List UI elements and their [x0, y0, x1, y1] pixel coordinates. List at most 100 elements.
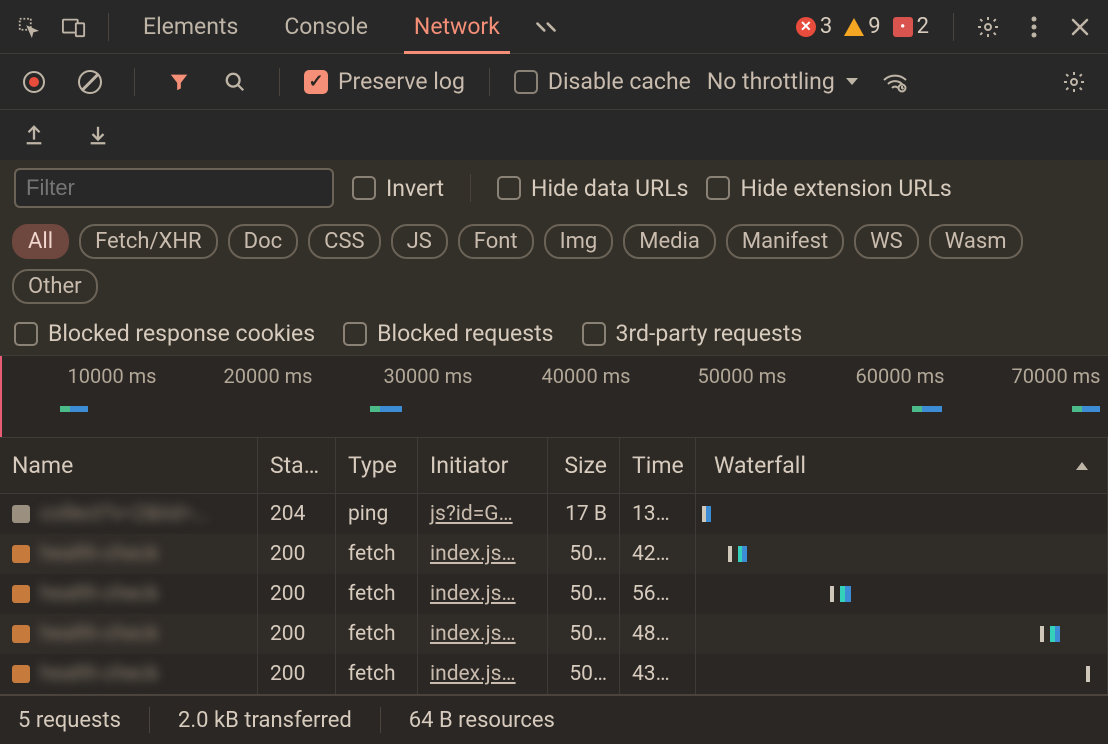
resource-icon: [12, 625, 30, 643]
type-js[interactable]: JS: [391, 224, 448, 259]
request-type: fetch: [336, 534, 418, 574]
type-fetch-xhr[interactable]: Fetch/XHR: [79, 224, 218, 259]
request-initiator[interactable]: index.js…: [430, 582, 516, 606]
timeline-bar: [912, 406, 922, 412]
waterfall-cell: [696, 614, 1108, 654]
table-row[interactable]: health-check 200 fetch index.js… 50… 48…: [0, 614, 1108, 654]
type-css[interactable]: CSS: [308, 224, 380, 259]
block-filter-bar: Blocked response cookies Blocked request…: [0, 312, 1108, 356]
timeline-tick: 20000 ms: [223, 364, 312, 388]
checkbox-icon: [14, 322, 38, 346]
col-status[interactable]: Sta…: [258, 438, 336, 493]
type-ws[interactable]: WS: [854, 224, 919, 259]
network-conditions-icon[interactable]: [875, 62, 915, 102]
settings-icon[interactable]: [968, 7, 1008, 47]
error-count[interactable]: ✕ 3: [796, 14, 832, 39]
timeline-tick: 50000 ms: [697, 364, 786, 388]
type-wasm[interactable]: Wasm: [929, 224, 1023, 259]
hide-extension-urls-toggle[interactable]: Hide extension URLs: [706, 175, 951, 202]
footer-requests: 5 requests: [18, 708, 121, 733]
preserve-log-toggle[interactable]: Preserve log: [304, 68, 465, 95]
footer-transferred: 2.0 kB transferred: [178, 708, 352, 733]
disable-cache-toggle[interactable]: Disable cache: [514, 68, 691, 95]
kebab-menu-icon[interactable]: [1014, 7, 1054, 47]
blocked-cookies-toggle[interactable]: Blocked response cookies: [14, 320, 315, 347]
col-waterfall-label: Waterfall: [714, 452, 806, 479]
third-party-toggle[interactable]: 3rd-party requests: [582, 320, 803, 347]
har-toolbar: [0, 110, 1108, 160]
col-time[interactable]: Time: [620, 438, 696, 493]
request-initiator[interactable]: js?id=G…: [430, 502, 513, 526]
request-status: 200: [258, 534, 336, 574]
type-all[interactable]: All: [12, 224, 69, 259]
network-settings-icon[interactable]: [1054, 62, 1094, 102]
checkbox-icon: [514, 70, 538, 94]
type-manifest[interactable]: Manifest: [726, 224, 844, 259]
inspect-element-icon[interactable]: [8, 7, 48, 47]
type-img[interactable]: Img: [544, 224, 614, 259]
request-size: 50…: [548, 654, 620, 694]
request-initiator[interactable]: index.js…: [430, 662, 516, 686]
tab-elements[interactable]: Elements: [123, 0, 258, 54]
invert-toggle[interactable]: Invert: [352, 175, 444, 202]
device-toolbar-icon[interactable]: [54, 7, 94, 47]
col-size[interactable]: Size: [548, 438, 620, 493]
request-time: 56…: [620, 574, 696, 614]
col-type[interactable]: Type: [336, 438, 418, 493]
divider: [134, 68, 135, 96]
resource-icon: [12, 585, 30, 603]
request-initiator[interactable]: index.js…: [430, 622, 516, 646]
close-icon[interactable]: [1060, 7, 1100, 47]
request-status: 204: [258, 494, 336, 534]
col-initiator[interactable]: Initiator: [418, 438, 548, 493]
type-media[interactable]: Media: [623, 224, 716, 259]
col-waterfall[interactable]: Waterfall: [696, 438, 1108, 493]
hide-data-urls-toggle[interactable]: Hide data URLs: [497, 175, 688, 202]
type-font[interactable]: Font: [458, 224, 534, 259]
waterfall-cell: [696, 534, 1108, 574]
timeline-bar: [60, 406, 70, 412]
third-party-label: 3rd-party requests: [616, 320, 803, 347]
table-row[interactable]: health-check 200 fetch index.js… 50… 42…: [0, 534, 1108, 574]
issue-icon: •: [893, 17, 913, 37]
blocked-requests-toggle[interactable]: Blocked requests: [343, 320, 553, 347]
table-row[interactable]: collect?v=2&tid=… 204 ping js?id=G… 17 B…: [0, 494, 1108, 534]
tab-network[interactable]: Network: [394, 0, 520, 54]
table-row[interactable]: health-check 200 fetch index.js… 50… 56…: [0, 574, 1108, 614]
request-table-header: Name Sta… Type Initiator Size Time Water…: [0, 438, 1108, 494]
timeline-overview[interactable]: 10000 ms 20000 ms 30000 ms 40000 ms 5000…: [0, 356, 1108, 438]
hide-ext-label: Hide extension URLs: [740, 175, 951, 202]
divider: [108, 13, 109, 41]
throttling-select[interactable]: No throttling: [707, 68, 859, 95]
filter-bar: Invert Hide data URLs Hide extension URL…: [0, 160, 1108, 216]
type-other[interactable]: Other: [12, 269, 98, 304]
clear-button[interactable]: [70, 62, 110, 102]
tab-console[interactable]: Console: [264, 0, 388, 54]
table-row[interactable]: health-check 200 fetch index.js… 50… 43…: [0, 654, 1108, 694]
request-time: 48…: [620, 614, 696, 654]
request-status: 200: [258, 614, 336, 654]
request-time: 13…: [620, 494, 696, 534]
issue-count[interactable]: • 2: [893, 14, 929, 39]
import-har-icon[interactable]: [78, 115, 118, 155]
filter-input[interactable]: [14, 168, 334, 208]
record-button[interactable]: [14, 62, 54, 102]
search-icon[interactable]: [215, 62, 255, 102]
warning-count[interactable]: 9: [844, 14, 880, 39]
request-name: health-check: [40, 582, 159, 606]
request-initiator[interactable]: index.js…: [430, 542, 516, 566]
request-type: fetch: [336, 574, 418, 614]
timeline-cursor: [0, 356, 2, 437]
status-bar: 5 requests 2.0 kB transferred 64 B resou…: [0, 694, 1108, 744]
more-tabs-icon[interactable]: [526, 7, 566, 47]
resource-icon: [12, 545, 30, 563]
checkbox-icon: [582, 322, 606, 346]
chevron-down-icon: [845, 77, 859, 87]
export-har-icon[interactable]: [14, 115, 54, 155]
preserve-log-label: Preserve log: [338, 68, 465, 95]
col-name[interactable]: Name: [0, 438, 258, 493]
type-doc[interactable]: Doc: [228, 224, 299, 259]
blocked-cookies-label: Blocked response cookies: [48, 320, 315, 347]
invert-label: Invert: [386, 175, 444, 202]
filter-icon[interactable]: [159, 62, 199, 102]
